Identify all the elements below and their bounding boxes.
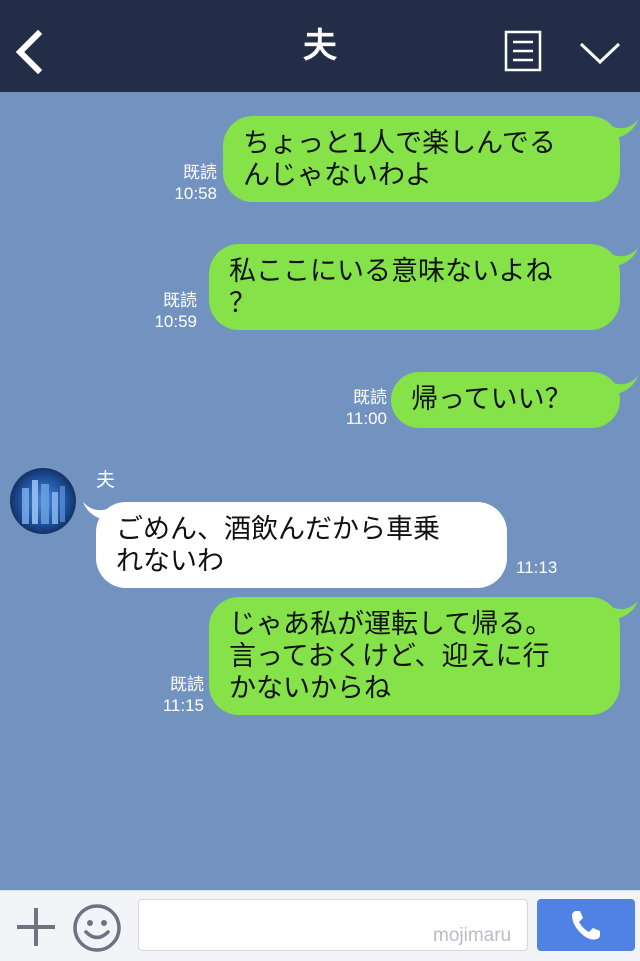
message-meta: 11:13	[516, 557, 557, 578]
call-button[interactable]	[537, 899, 635, 951]
bubble-tail	[605, 120, 638, 140]
input-bar: mojimaru	[0, 890, 640, 961]
message-bubble[interactable]: ごめん、酒飲んだから車乗 れないわ	[96, 502, 507, 588]
message-meta: 既読 10:59	[140, 290, 197, 332]
message-time: 11:00	[345, 409, 387, 428]
read-receipt: 既読	[163, 291, 197, 310]
message-bubble[interactable]: 帰っていい？	[391, 372, 620, 428]
message-meta: 既読 10:58	[160, 162, 217, 204]
chevron-down-icon	[579, 42, 621, 65]
message-time: 10:58	[174, 184, 217, 203]
phone-icon	[572, 911, 600, 940]
message-bubble[interactable]: じゃあ私が運転して帰る。 言っておくけど、迎えに行 かないからね	[209, 597, 620, 715]
smiley-icon	[73, 904, 121, 952]
message-bubble[interactable]: ちょっと1人で楽しんでる んじゃないわよ	[223, 116, 620, 202]
avatar[interactable]	[10, 468, 76, 534]
add-button[interactable]	[14, 905, 58, 949]
message-bubble[interactable]: 私ここにいる意味ないよね ？	[209, 244, 620, 330]
sender-name: 夫	[96, 469, 116, 491]
bubble-tail	[605, 601, 638, 621]
bubble-tail	[605, 248, 638, 268]
chat-header: 夫	[0, 0, 640, 92]
watermark: mojimaru	[433, 925, 512, 946]
read-receipt: 既読	[353, 388, 387, 407]
collapse-button[interactable]	[576, 36, 624, 68]
message-time: 11:13	[516, 558, 558, 577]
chat-title: 夫	[303, 26, 337, 66]
avatar-photo	[10, 468, 76, 534]
message-time: 10:59	[154, 312, 197, 331]
read-receipt: 既読	[183, 163, 217, 182]
message-time: 11:15	[162, 696, 204, 715]
bubble-tail	[605, 376, 638, 396]
message-meta: 既読 11:00	[330, 387, 387, 429]
list-menu-icon	[504, 30, 542, 72]
read-receipt: 既読	[170, 675, 204, 694]
plus-icon	[17, 908, 55, 946]
emoji-button[interactable]	[72, 903, 122, 953]
menu-button[interactable]	[504, 30, 544, 74]
message-meta: 既読 11:15	[140, 674, 204, 716]
